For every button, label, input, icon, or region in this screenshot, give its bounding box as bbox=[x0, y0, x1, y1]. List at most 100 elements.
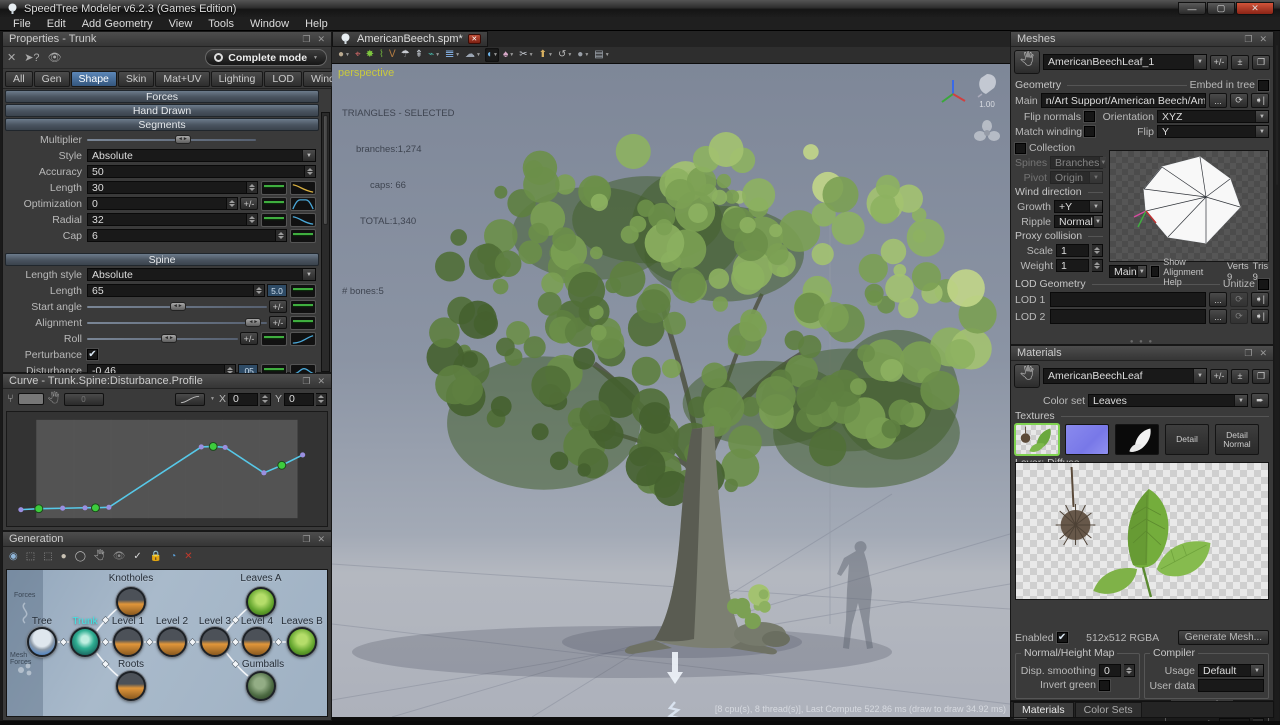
cap-spinner[interactable] bbox=[276, 229, 287, 242]
close-panel-icon[interactable]: ✕ bbox=[1259, 348, 1267, 359]
length-spinner[interactable] bbox=[247, 181, 258, 194]
spine-length-input[interactable]: 65 bbox=[87, 284, 254, 297]
disp-smoothing-input[interactable]: 0 bbox=[1099, 664, 1121, 677]
scissors-icon[interactable]: ✂▼ bbox=[518, 48, 534, 62]
curve-handle-point[interactable] bbox=[199, 444, 204, 449]
display-mode-icon[interactable]: ●▼ bbox=[337, 48, 351, 62]
growth-dropdown[interactable]: +Y▼ bbox=[1054, 200, 1103, 213]
user-data-input[interactable] bbox=[1198, 679, 1264, 692]
curve-control-point[interactable] bbox=[209, 443, 217, 451]
curve-preset-button[interactable] bbox=[175, 393, 205, 406]
curve-handle-point[interactable] bbox=[60, 506, 65, 511]
lod2-path-field[interactable] bbox=[1050, 309, 1206, 324]
menu-file[interactable]: File bbox=[6, 18, 38, 30]
menu-edit[interactable]: Edit bbox=[40, 18, 73, 30]
proxy-scale-input[interactable]: 1 bbox=[1056, 244, 1089, 257]
radial-spinner[interactable] bbox=[247, 213, 258, 226]
style-dropdown[interactable]: Absolute▼ bbox=[87, 149, 316, 162]
mesh-add-button[interactable]: ± bbox=[1231, 55, 1249, 70]
node-leaves-b[interactable] bbox=[287, 627, 317, 657]
curve-handle-point[interactable] bbox=[106, 505, 111, 510]
x-spinner[interactable] bbox=[260, 393, 271, 406]
embed-in-tree-checkbox[interactable] bbox=[1258, 80, 1269, 91]
curve-handle-point[interactable] bbox=[300, 452, 305, 457]
lod1-path-field[interactable] bbox=[1050, 292, 1206, 307]
eye-icon[interactable]: 👁 bbox=[112, 550, 127, 564]
meshes-title-bar[interactable]: Meshes ❐✕ bbox=[1011, 32, 1273, 47]
node-leaves-a[interactable] bbox=[246, 587, 276, 617]
color-set-apply-icon[interactable]: ➨ bbox=[1251, 393, 1269, 408]
perturbance-checkbox[interactable]: ✔ bbox=[87, 349, 98, 360]
node-graph-canvas[interactable]: Forces Mesh Forces bbox=[6, 569, 328, 717]
import-icon[interactable]: ➧| bbox=[1251, 93, 1269, 108]
tab-color-sets[interactable]: Color Sets bbox=[1075, 702, 1142, 717]
multiplier-slider[interactable]: ◄► bbox=[87, 133, 256, 146]
mesh-selector-dropdown[interactable]: AmericanBeechLeaf_1▼ bbox=[1043, 54, 1207, 70]
close-panel-icon[interactable]: ✕ bbox=[317, 534, 325, 545]
variance-chip[interactable] bbox=[290, 300, 316, 314]
orientation-dropdown[interactable]: XYZ▼ bbox=[1157, 110, 1269, 123]
node-level-2[interactable] bbox=[157, 627, 187, 657]
node-gumballs[interactable] bbox=[246, 671, 276, 701]
mushroom-icon[interactable]: ♠▼ bbox=[502, 48, 515, 62]
render-sphere-icon[interactable]: ●▼ bbox=[576, 48, 590, 62]
browse-button[interactable]: ... bbox=[1209, 309, 1227, 324]
alignment-slider[interactable]: ◄► bbox=[87, 316, 267, 329]
curve-handle-point[interactable] bbox=[261, 470, 266, 475]
diffuse-texture-preview[interactable] bbox=[1015, 462, 1269, 600]
eye-dropper-icon[interactable]: ☁▼ bbox=[464, 48, 482, 62]
show-generator-icon[interactable]: ◉ bbox=[8, 550, 19, 564]
section-hand-drawn[interactable]: Hand Drawn bbox=[5, 104, 319, 117]
diffuse-texture-thumb[interactable] bbox=[1015, 424, 1059, 455]
lasso-icon[interactable]: ◯ bbox=[74, 550, 87, 564]
optimization-spinner[interactable] bbox=[227, 197, 238, 210]
start-angle-slider[interactable]: ◄► bbox=[87, 300, 267, 313]
menu-add-geometry[interactable]: Add Geometry bbox=[75, 18, 160, 30]
plus-minus-button[interactable]: +/- bbox=[269, 300, 287, 313]
hand-icon[interactable]: 🖑 bbox=[1014, 364, 1040, 388]
main-scrollbar[interactable] bbox=[1275, 31, 1279, 723]
proxy-weight-input[interactable]: 1 bbox=[1056, 259, 1089, 272]
accuracy-spinner[interactable] bbox=[305, 165, 316, 178]
node-level-3[interactable] bbox=[200, 627, 230, 657]
curve-tree-icon[interactable]: ⑂ bbox=[7, 393, 14, 405]
curve-mode-button[interactable] bbox=[18, 393, 44, 405]
variance-chip[interactable] bbox=[261, 181, 287, 195]
alpha-texture-thumb[interactable] bbox=[1115, 424, 1159, 455]
node-level-1[interactable] bbox=[113, 627, 143, 657]
3d-viewport[interactable]: perspective TRIANGLES - SELECTED branche… bbox=[332, 64, 1010, 717]
mesh-wireframe-preview[interactable] bbox=[1109, 150, 1269, 262]
menu-window[interactable]: Window bbox=[243, 18, 296, 30]
material-add-button[interactable]: ± bbox=[1231, 369, 1249, 384]
x-input[interactable]: 0 bbox=[228, 393, 258, 406]
curve-value-field[interactable]: 0 bbox=[64, 393, 104, 406]
y-input[interactable]: 0 bbox=[284, 393, 314, 406]
generation-title-bar[interactable]: Generation ❐✕ bbox=[3, 532, 331, 547]
check-icon[interactable]: ✓ bbox=[132, 550, 142, 564]
variance-chip[interactable] bbox=[261, 213, 287, 227]
tab-all[interactable]: All bbox=[5, 71, 33, 87]
curve-control-point[interactable] bbox=[278, 461, 286, 469]
enabled-checkbox[interactable]: ✔ bbox=[1057, 632, 1068, 643]
detail-normal-texture-thumb[interactable]: Detail Normal bbox=[1215, 424, 1259, 455]
accuracy-input[interactable]: 50 bbox=[87, 165, 305, 178]
group-generators-icon[interactable]: ⬚ bbox=[25, 550, 36, 564]
y-spinner[interactable] bbox=[316, 393, 327, 406]
tab-gen[interactable]: Gen bbox=[34, 71, 70, 87]
profile-curve-chip[interactable] bbox=[290, 332, 316, 346]
ripple-dropdown[interactable]: Normal▼ bbox=[1054, 215, 1103, 228]
close-panel-icon[interactable]: ✕ bbox=[1259, 34, 1267, 45]
gizmo-icon[interactable]: ⌖ bbox=[354, 48, 362, 62]
proxy-scale-spinner[interactable] bbox=[1092, 244, 1103, 257]
plus-minus-button[interactable]: +/- bbox=[269, 316, 287, 329]
variance-chip[interactable] bbox=[261, 332, 287, 346]
properties-scrollbar[interactable] bbox=[321, 112, 330, 372]
import-icon[interactable]: ➧| bbox=[1251, 292, 1269, 307]
menu-help[interactable]: Help bbox=[298, 18, 335, 30]
whats-this-icon[interactable]: ➤? bbox=[24, 51, 39, 64]
main-mesh-path-field[interactable]: n/Art Support/American Beech/AmericanBee… bbox=[1041, 93, 1206, 108]
node-trunk[interactable] bbox=[70, 627, 100, 657]
material-plus-minus-button[interactable]: +/- bbox=[1210, 369, 1228, 384]
minimize-button[interactable]: — bbox=[1178, 2, 1206, 15]
tab-lod[interactable]: LOD bbox=[264, 71, 302, 87]
